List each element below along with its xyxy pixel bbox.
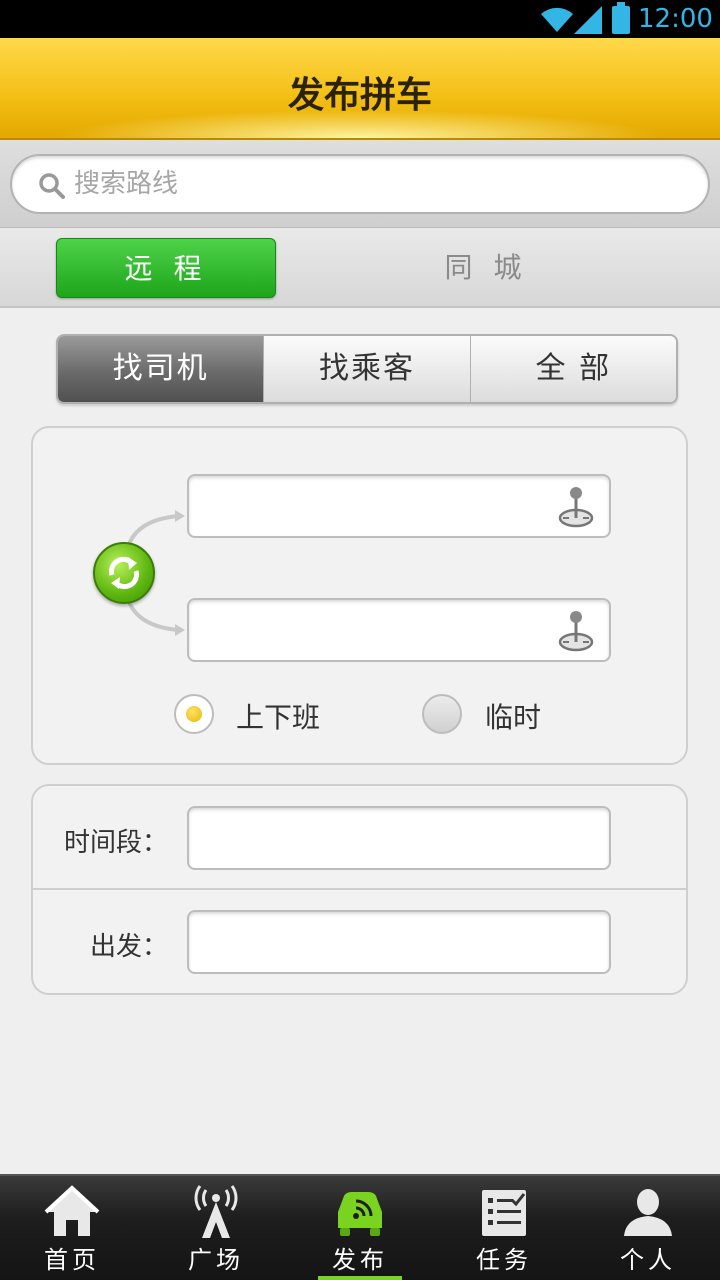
status-clock: 12:00	[638, 4, 713, 34]
nav-tasks[interactable]: 任务	[432, 1176, 576, 1280]
nav-profile[interactable]: 个人	[576, 1176, 720, 1280]
signal-icon	[574, 6, 602, 34]
time-period-input[interactable]	[199, 818, 599, 858]
nav-publish[interactable]: 发布	[288, 1176, 432, 1280]
bottom-nav: 首页 广场 发布 任务 个人	[0, 1174, 720, 1280]
search-icon	[39, 173, 65, 199]
start-location-field[interactable]	[187, 474, 611, 538]
time-period-field[interactable]	[187, 806, 611, 870]
time-period-label: 时间段：	[63, 828, 168, 858]
wifi-icon	[541, 7, 573, 32]
route-card: 上下班 临时	[31, 426, 688, 765]
departure-field[interactable]	[187, 910, 611, 974]
region-tabs: 远 程 同 城	[0, 228, 720, 308]
end-location-field[interactable]	[187, 598, 611, 662]
status-bar: 12:00	[0, 0, 720, 38]
departure-label: 出发：	[89, 932, 168, 962]
nav-publish-label: 发布	[332, 1246, 388, 1274]
trip-type-options: 上下班 临时	[33, 692, 690, 740]
page-title: 发布拼车	[287, 75, 432, 116]
tab-same-city[interactable]: 同 城	[376, 238, 596, 298]
home-icon	[44, 1185, 100, 1236]
end-location-input[interactable]	[199, 610, 549, 650]
search-input[interactable]	[74, 164, 674, 204]
radio-temporary-label[interactable]: 临时	[485, 696, 541, 736]
radio-temporary[interactable]	[422, 694, 462, 734]
tab-long-distance[interactable]: 远 程	[56, 238, 276, 298]
nav-tasks-label: 任务	[476, 1246, 532, 1274]
time-card: 时间段： 出发：	[31, 784, 688, 995]
title-bar: 发布拼车	[0, 38, 720, 140]
search-area	[0, 140, 720, 228]
battery-icon	[612, 2, 630, 34]
departure-input[interactable]	[199, 922, 599, 962]
car-icon	[338, 1192, 382, 1236]
checklist-icon	[482, 1190, 526, 1236]
map-pin-icon[interactable]	[557, 484, 595, 528]
person-icon	[624, 1189, 672, 1236]
nav-square[interactable]: 广场	[144, 1176, 288, 1280]
search-box[interactable]	[10, 154, 710, 214]
radio-commute[interactable]	[174, 694, 214, 734]
segment-find-passenger[interactable]: 找乘客	[264, 336, 471, 402]
map-pin-icon[interactable]	[557, 608, 595, 652]
nav-square-label: 广场	[188, 1246, 244, 1274]
radio-commute-label[interactable]: 上下班	[236, 696, 320, 736]
segment-find-driver[interactable]: 找司机	[58, 336, 265, 402]
segment-all[interactable]: 全 部	[470, 336, 676, 402]
departure-row: 出发：	[33, 890, 686, 994]
role-segmented-control: 找司机 找乘客 全 部	[56, 334, 678, 404]
swap-icon	[108, 556, 140, 590]
active-tab-indicator	[318, 1276, 402, 1280]
start-location-input[interactable]	[199, 486, 549, 526]
nav-home[interactable]: 首页	[0, 1176, 144, 1280]
nav-profile-label: 个人	[620, 1246, 676, 1274]
time-period-row: 时间段：	[33, 786, 686, 890]
nav-home-label: 首页	[44, 1246, 100, 1274]
swap-route-button[interactable]	[93, 542, 155, 604]
broadcast-icon	[194, 1185, 238, 1238]
